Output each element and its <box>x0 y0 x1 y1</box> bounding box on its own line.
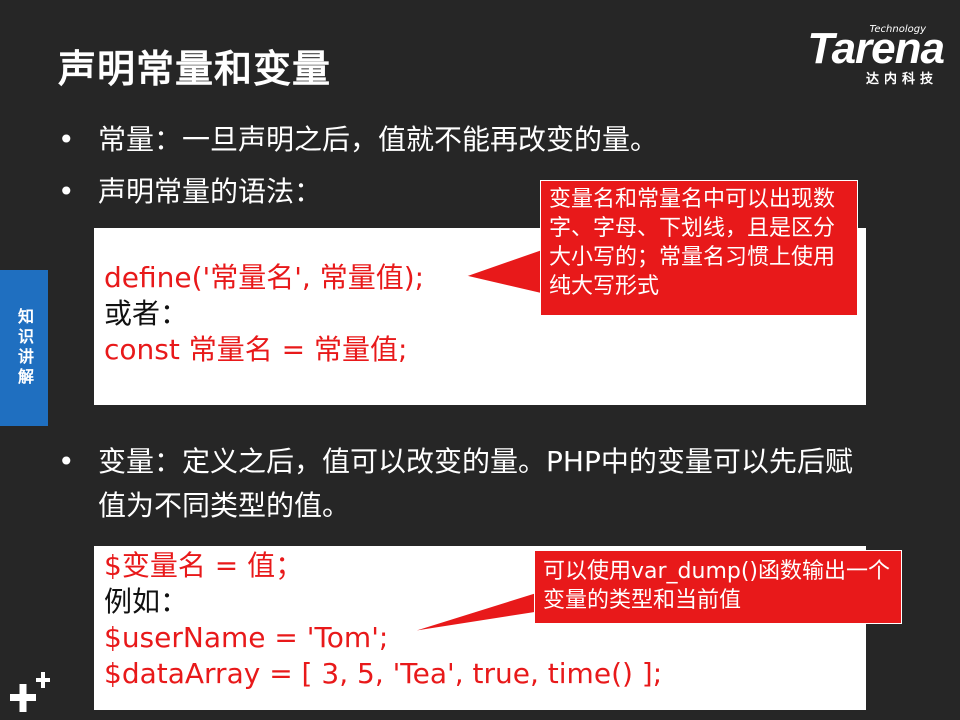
callout-naming-rules: 变量名和常量名中可以出现数字、字母、下划线，且是区分大小写的；常量名习惯上使用纯… <box>540 180 858 316</box>
side-tab-label: 知识讲解 <box>15 308 34 388</box>
slide-title: 声明常量和变量 <box>58 47 332 91</box>
bullet-variable-definition: • 变量：定义之后，值可以改变的量。PHP中的变量可以先后赋值为不同类型的值。 <box>58 440 878 528</box>
bullet-marker: • <box>58 123 75 156</box>
code-line-username: $userName = 'Tom'; <box>104 621 389 654</box>
side-tab-knowledge: 知识讲解 <box>0 270 48 426</box>
tarena-logo: Technology Tarena 达内科技 <box>774 24 945 87</box>
bullet-text: 常量：一旦声明之后，值就不能再改变的量。 <box>98 123 659 156</box>
code-line-const: const 常量名 = 常量值; <box>104 333 408 366</box>
code-line-dataarray: $dataArray = [ 3, 5, 'Tea', true, time()… <box>104 657 663 690</box>
bullet-text: 声明常量的语法： <box>98 175 323 208</box>
callout-var-dump: 可以使用var_dump()函数输出一个变量的类型和当前值 <box>534 550 902 624</box>
bullet-constant-definition: • 常量：一旦声明之后，值就不能再改变的量。 <box>58 118 898 162</box>
bullet-marker: • <box>58 445 75 478</box>
bullet-marker: • <box>58 175 75 208</box>
bullet-constant-syntax: • 声明常量的语法： <box>58 170 518 214</box>
logo-chinese-name: 达内科技 <box>865 72 938 87</box>
bullet-text: 变量：定义之后，值可以改变的量。PHP中的变量可以先后赋值为不同类型的值。 <box>98 445 853 522</box>
logo-wordmark: Tarena <box>807 24 945 73</box>
plus-icon <box>10 672 50 712</box>
